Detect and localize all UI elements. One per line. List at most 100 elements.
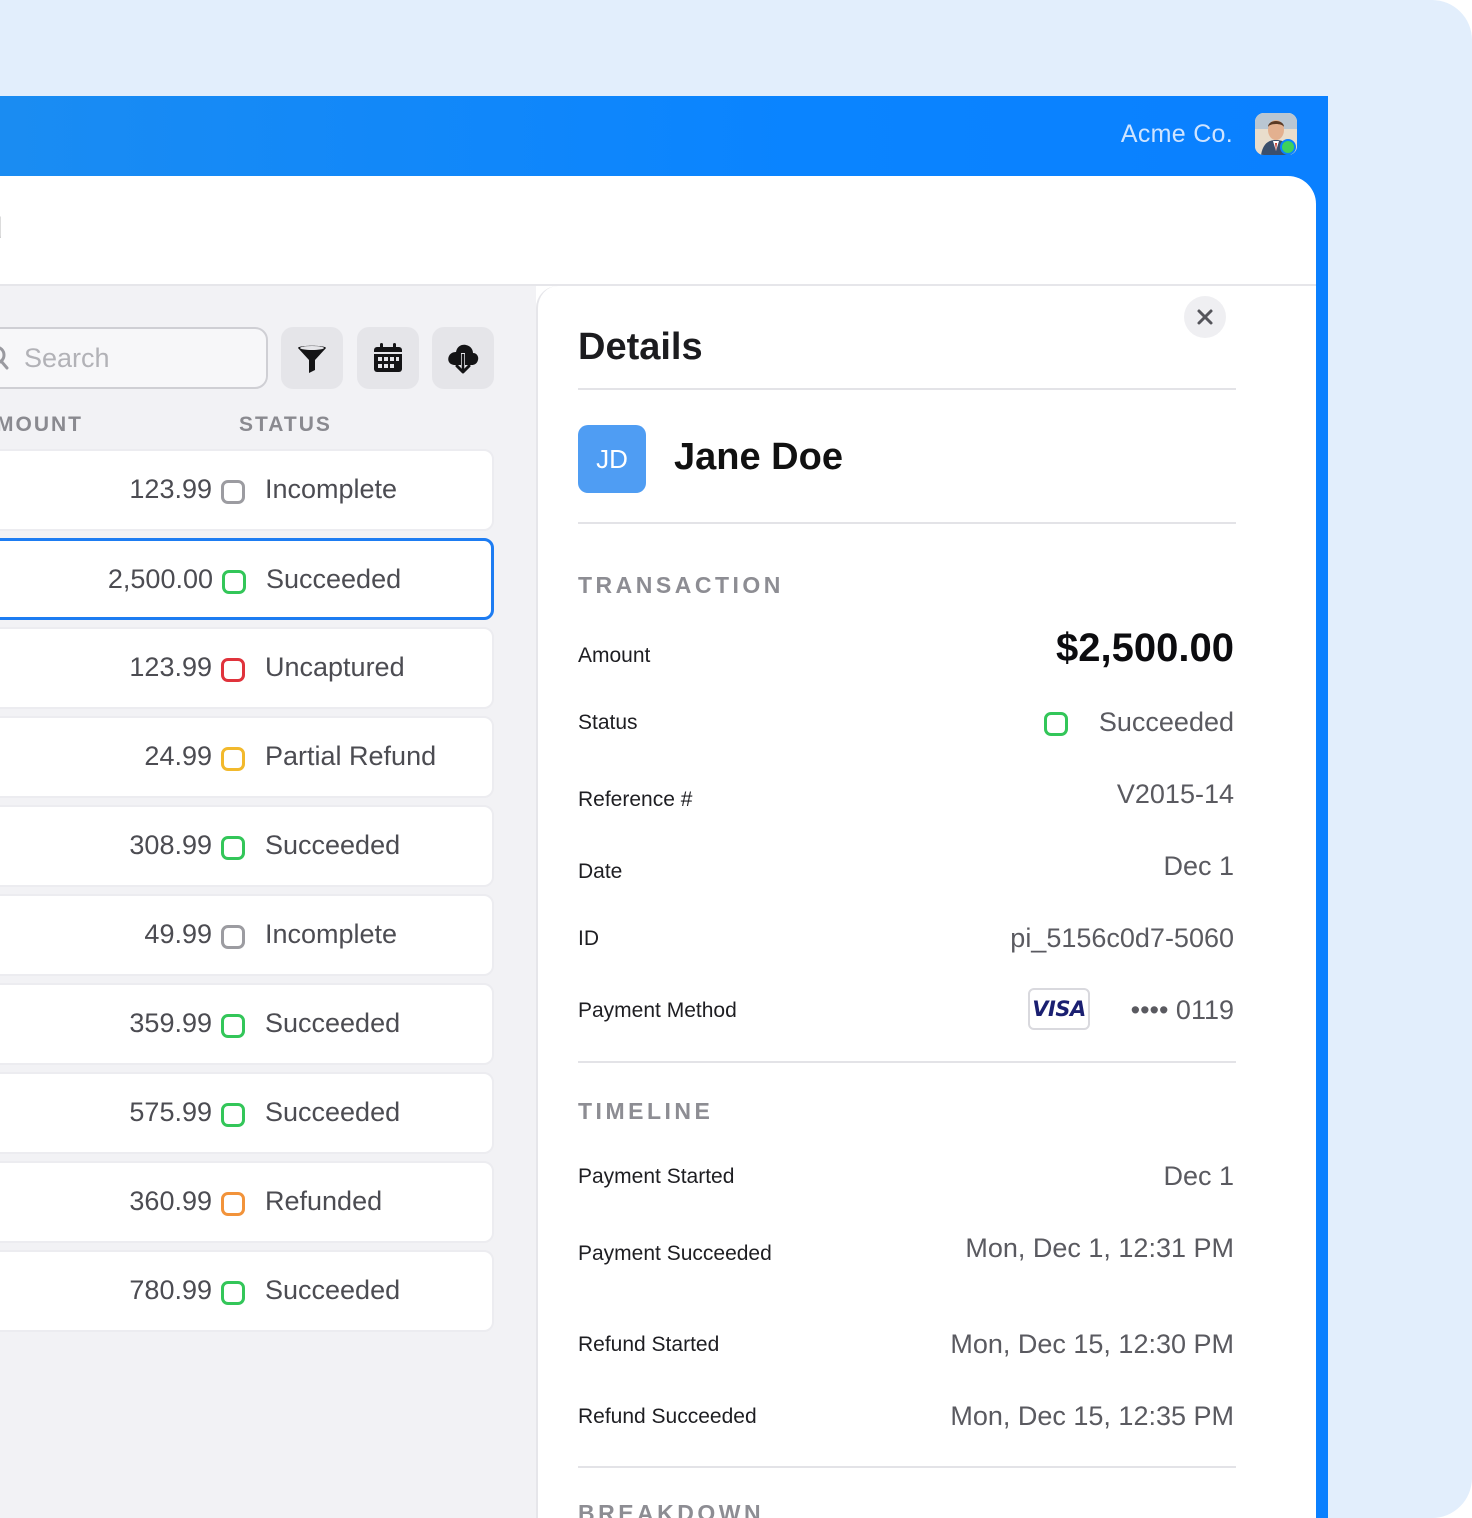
row-amount: 308.99: [0, 830, 212, 861]
status-dot-icon: [221, 1014, 245, 1038]
row-amount-text: 2,500.00: [107, 564, 213, 594]
table-row[interactable]: 123.99 Uncaptured: [0, 627, 494, 709]
row-amount-text: 308.99: [129, 830, 212, 860]
row-amount: 780.99: [0, 1275, 212, 1306]
row-amount-text: 49.99: [144, 919, 212, 949]
timeline-section-label: TIMELINE: [578, 1098, 714, 1124]
search-input[interactable]: Search: [0, 327, 268, 389]
row-status: Succeeded: [265, 1275, 401, 1305]
reference-label: Reference #: [578, 788, 693, 811]
status-dot-icon: [221, 480, 245, 504]
divider: [578, 1466, 1236, 1468]
row-amount-text: 575.99: [129, 1097, 212, 1127]
date-label: Date: [578, 860, 623, 883]
timeline-label: Payment Succeeded: [578, 1242, 772, 1265]
filter-button[interactable]: [281, 327, 343, 389]
status-value: Succeeded: [1098, 707, 1234, 737]
status-dot-icon: [221, 1281, 245, 1305]
id-label: ID: [578, 927, 599, 950]
row-status: Succeeded: [266, 564, 402, 594]
row-amount: 360.99: [0, 1186, 212, 1217]
timeline-label: Refund Started: [578, 1333, 720, 1356]
timeline-label: Payment Started: [578, 1165, 735, 1188]
amount-value: $2,500.00: [1056, 626, 1234, 670]
online-status-dot: [1280, 139, 1296, 155]
details-title: Details: [578, 326, 703, 368]
status-dot-icon: [221, 925, 245, 949]
status-dot-icon: [221, 658, 245, 682]
row-amount-text: 24.99: [144, 741, 212, 771]
row-amount: 2,500.00: [0, 564, 213, 595]
timeline-value: Dec 1: [1163, 1161, 1234, 1191]
transaction-section-label: TRANSACTION: [578, 572, 784, 598]
row-status: Refunded: [265, 1186, 383, 1216]
app-window: Acme Co. d Search: [0, 96, 1328, 1518]
row-amount-text: 360.99: [129, 1186, 212, 1216]
details-panel: Details JD Jane Doe TRANSACTION Amount $…: [536, 286, 1316, 1518]
row-status: Partial Refund: [265, 741, 437, 771]
status-label: Status: [578, 711, 638, 734]
table-row[interactable]: 2,500.00 Succeeded: [0, 538, 494, 620]
amount-label: Amount: [578, 644, 651, 667]
row-amount-text: 123.99: [129, 652, 212, 682]
row-status: Succeeded: [265, 1008, 401, 1038]
row-amount: 575.99: [0, 1097, 212, 1128]
row-status: Succeeded: [265, 830, 401, 860]
cloud-download-icon: [448, 344, 479, 374]
status-dot-icon: [221, 747, 245, 771]
top-bar: Acme Co.: [0, 96, 1328, 176]
table-row[interactable]: 360.99 Refunded: [0, 1161, 494, 1243]
row-amount-text: 780.99: [129, 1275, 212, 1305]
payment-method-label: Payment Method: [578, 999, 737, 1022]
table-row[interactable]: 123.99 Incomplete: [0, 449, 494, 531]
customer-name[interactable]: Jane Doe: [674, 436, 843, 479]
table-row[interactable]: 49.99 Incomplete: [0, 894, 494, 976]
divider: [578, 388, 1236, 390]
divider: [578, 1061, 1236, 1063]
row-status: Incomplete: [265, 474, 398, 504]
timeline-value: Mon, Dec 1, 12:31 PM: [965, 1233, 1234, 1263]
close-icon: [1197, 309, 1213, 325]
filter-icon: [298, 345, 326, 373]
search-placeholder: Search: [24, 343, 110, 373]
close-details-button[interactable]: [1184, 296, 1226, 338]
row-status: Uncaptured: [265, 652, 405, 682]
column-header-amount[interactable]: MOUNT: [0, 413, 83, 437]
row-amount: 24.99: [0, 741, 212, 772]
status-dot-icon: [222, 570, 246, 594]
table-row[interactable]: 308.99 Succeeded: [0, 805, 494, 887]
date-range-button[interactable]: [357, 327, 419, 389]
row-amount-text: 123.99: [129, 474, 212, 504]
visa-card-icon: VISA: [1028, 988, 1090, 1030]
timeline-value: Mon, Dec 15, 12:30 PM: [950, 1329, 1234, 1359]
table-row[interactable]: 359.99 Succeeded: [0, 983, 494, 1065]
column-header-status[interactable]: STATUS: [239, 413, 332, 437]
table-row[interactable]: 575.99 Succeeded: [0, 1072, 494, 1154]
row-status: Incomplete: [265, 919, 398, 949]
row-amount: 49.99: [0, 919, 212, 950]
status-dot-icon: [221, 836, 245, 860]
card-number-value: •••• 0119: [1130, 995, 1234, 1025]
page-title: d: [0, 212, 2, 246]
date-value: Dec 1: [1163, 851, 1234, 881]
company-name[interactable]: Acme Co.: [1121, 120, 1233, 149]
table-row[interactable]: 24.99 Partial Refund: [0, 716, 494, 798]
search-icon: [0, 346, 9, 370]
reference-value[interactable]: V2015-14: [1117, 779, 1234, 810]
divider: [578, 522, 1236, 524]
customer-avatar: JD: [578, 425, 646, 493]
export-button[interactable]: [432, 327, 494, 389]
row-amount: 123.99: [0, 474, 212, 505]
main-panel: d Search: [0, 176, 1316, 1518]
table-row[interactable]: 780.99 Succeeded: [0, 1250, 494, 1332]
timeline-label: Refund Succeeded: [578, 1405, 757, 1428]
row-status: Succeeded: [265, 1097, 401, 1127]
status-dot-icon: [1044, 712, 1068, 736]
status-dot-icon: [221, 1103, 245, 1127]
row-amount: 359.99: [0, 1008, 212, 1039]
id-value[interactable]: pi_5156c0d7-5060: [1010, 923, 1234, 954]
breakdown-section-label: BREAKDOWN: [578, 1500, 765, 1518]
transactions-list: Search MOUNT STATUS 123.99 Incomplete 2,…: [0, 286, 536, 1518]
timeline-value: Mon, Dec 15, 12:35 PM: [950, 1401, 1234, 1431]
status-dot-icon: [221, 1192, 245, 1216]
